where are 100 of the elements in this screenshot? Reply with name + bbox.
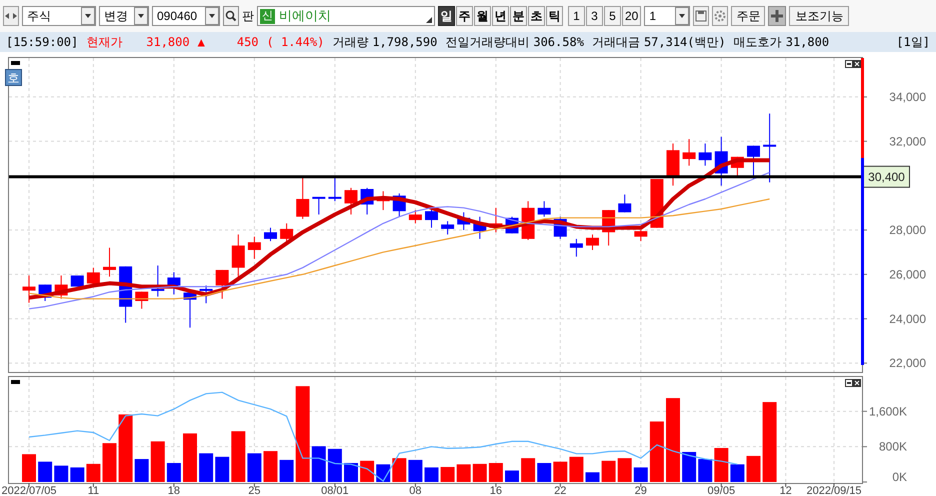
axis-label: 2022/07/05 <box>1 485 57 496</box>
stat-label: 매도호가 <box>734 34 782 51</box>
auxiliary-button[interactable]: 보조기능 <box>789 6 850 26</box>
stock-name-field[interactable]: 신 비에이치 <box>257 6 435 26</box>
candlestick <box>360 187 374 215</box>
candlestick <box>296 176 310 220</box>
ref-line-label: 30,400 <box>868 170 906 184</box>
change-dropdown[interactable]: 변경 <box>99 6 149 26</box>
volume-bar <box>488 463 503 482</box>
interval-button[interactable]: 20 <box>622 6 642 26</box>
timestamp: [15:59:00] <box>6 34 78 51</box>
candlestick <box>135 291 148 310</box>
candlestick <box>70 275 84 288</box>
interval-button[interactable]: 1 <box>568 6 585 26</box>
stat-label: 거래대금 <box>592 34 640 51</box>
axis-label: 25 <box>248 485 261 496</box>
volume-bar <box>280 460 294 482</box>
candlestick <box>103 247 116 278</box>
pane-handle-icon[interactable] <box>11 61 20 65</box>
period-tab[interactable]: 일 <box>438 6 455 26</box>
volume-bar <box>618 458 632 482</box>
left-right-arrows-icon[interactable] <box>3 6 19 26</box>
axis-label: 09/05 <box>708 485 736 496</box>
candlestick <box>344 187 358 215</box>
axis-label: 11 <box>88 485 100 496</box>
price-change: 450 <box>236 34 259 51</box>
board-label: 판 <box>242 8 254 25</box>
close-icon[interactable] <box>853 379 861 387</box>
volume-bar <box>392 458 406 482</box>
volume-bar <box>231 431 246 482</box>
volume-bar <box>537 463 552 482</box>
volume-bar <box>602 460 616 482</box>
volume-bar <box>38 462 52 482</box>
pane-handle-icon[interactable] <box>11 380 20 384</box>
candlestick <box>698 143 712 166</box>
volume-bar <box>553 462 568 482</box>
volume-bar <box>54 466 68 482</box>
axis-label: 32,000 <box>889 134 926 148</box>
period-label: [1일] <box>896 34 930 51</box>
period-tab[interactable]: 초 <box>528 6 545 26</box>
minimize-icon[interactable] <box>845 60 853 68</box>
stock-name: 비에이치 <box>279 7 331 26</box>
search-icon[interactable] <box>223 6 239 26</box>
axis-label: 08 <box>409 485 422 496</box>
save-icon[interactable] <box>693 6 710 26</box>
volume-bar <box>344 463 358 482</box>
volume-bar <box>199 453 214 482</box>
close-icon[interactable] <box>853 60 861 68</box>
candlestick <box>457 212 470 231</box>
axis-label: 12 <box>780 485 792 496</box>
stat-value: 31,800 <box>786 34 830 51</box>
axis-label: 0K <box>892 470 907 484</box>
interval-button[interactable]: 3 <box>586 6 603 26</box>
change-rate: ( 1.44%) <box>266 34 324 51</box>
move-cross-icon[interactable] <box>768 6 786 26</box>
candlestick <box>167 272 180 295</box>
period-tab[interactable]: 틱 <box>546 6 563 26</box>
volume-bar <box>247 453 262 482</box>
candlestick <box>312 196 326 215</box>
volume-bar <box>150 441 165 482</box>
order-button[interactable]: 주문 <box>731 6 766 26</box>
volume-bar <box>134 459 149 482</box>
interval-button[interactable]: 5 <box>604 6 621 26</box>
candlestick <box>473 216 486 240</box>
period-tab[interactable]: 분 <box>510 6 527 26</box>
axis-label: 1,600K <box>868 404 907 418</box>
period-tab[interactable]: 월 <box>474 6 491 26</box>
volume-bar <box>264 451 278 482</box>
current-price-label: 현재가 <box>86 34 122 51</box>
volume-bar <box>22 454 36 482</box>
axis-label: 29 <box>634 485 647 496</box>
axis-label: 16 <box>490 485 502 496</box>
minimize-icon[interactable] <box>845 379 853 387</box>
volume-bar <box>424 467 438 482</box>
candlestick <box>618 194 632 213</box>
change-sign: ▲ <box>198 34 205 51</box>
volume-bar <box>521 458 536 482</box>
stat-value: 57,314(백만) <box>644 34 726 51</box>
candlestick <box>570 238 583 258</box>
candlestick <box>682 138 696 166</box>
period-tab[interactable]: 주 <box>456 6 473 26</box>
settings-icon[interactable] <box>712 6 728 26</box>
volume-bar <box>166 463 181 482</box>
axis-label: 34,000 <box>889 90 926 104</box>
candlestick <box>586 234 599 250</box>
candlestick <box>151 265 164 298</box>
candlestick <box>392 192 406 218</box>
candlestick <box>376 190 390 211</box>
market-dropdown[interactable]: 주식 <box>22 6 96 26</box>
candlestick <box>184 292 196 328</box>
count-dropdown[interactable]: 1 <box>644 6 690 26</box>
period-tab[interactable]: 년 <box>492 6 509 26</box>
stat-value: 306.58% <box>533 34 584 51</box>
candlestick <box>119 266 132 324</box>
candlestick <box>425 207 438 228</box>
candlestick <box>216 269 229 300</box>
new-badge: 신 <box>260 8 275 24</box>
current-price: 31,800 <box>146 34 190 51</box>
candlestick <box>232 234 245 278</box>
code-field[interactable]: 090460 <box>152 6 220 26</box>
